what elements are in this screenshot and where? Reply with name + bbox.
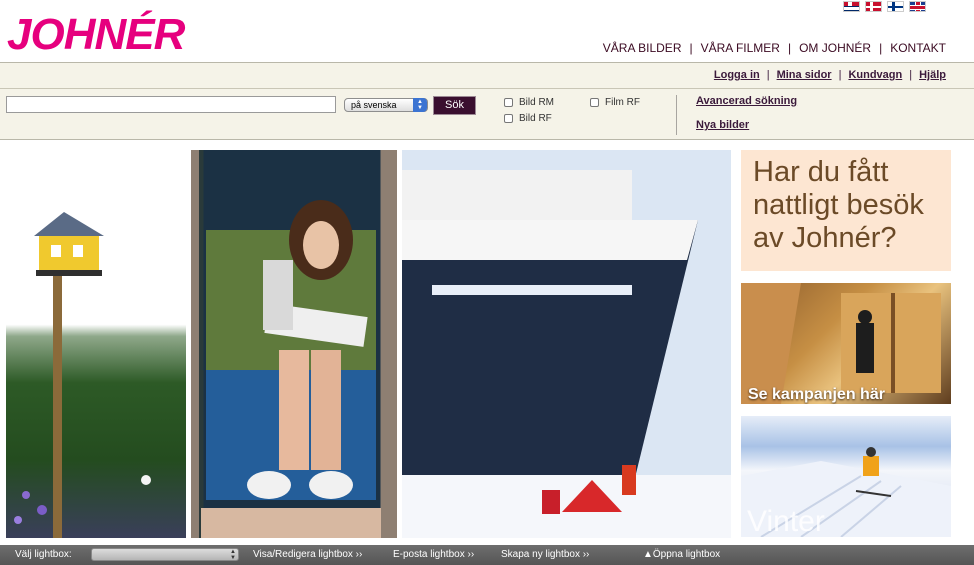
nav-separator: | — [879, 41, 883, 55]
campaign-caption[interactable]: Se kampanjen här — [748, 386, 885, 404]
lightbox-select-label: Välj lightbox: — [15, 549, 72, 560]
nav-separator: | — [689, 41, 693, 55]
winter-photo[interactable]: Vinter — [741, 416, 951, 537]
account-links: Logga in | Mina sidor | Kundvagn | Hjälp — [714, 69, 946, 81]
filter-film-rf[interactable]: Film RF — [590, 97, 640, 108]
nav-vara-filmer[interactable]: VÅRA FILMER — [701, 41, 780, 55]
checkbox-icon[interactable] — [504, 114, 513, 123]
account-separator: | — [766, 69, 770, 81]
uk-flag-icon[interactable] — [909, 1, 926, 12]
select-arrows-icon: ▲ ▼ — [413, 98, 427, 112]
filter-label: Film RF — [605, 97, 640, 108]
johner-logo[interactable]: JOHNÉR — [7, 10, 185, 60]
birdhouse-photo[interactable] — [6, 150, 186, 538]
select-arrows-icon: ▲ ▼ — [230, 549, 236, 561]
girl-reading-photo[interactable] — [191, 150, 397, 538]
lightbox-select[interactable]: ▲ ▼ — [91, 548, 239, 561]
ship-photo[interactable] — [402, 150, 731, 538]
nav-om-johner[interactable]: OM JOHNÉR — [799, 41, 871, 55]
help-link[interactable]: Hjälp — [919, 69, 946, 81]
checkbox-icon[interactable] — [590, 98, 599, 107]
toolbar-divider — [0, 88, 974, 89]
email-lightbox-link[interactable]: E-posta lightbox ›› — [393, 549, 474, 560]
cart-link[interactable]: Kundvagn — [848, 69, 902, 81]
filter-label: Bild RF — [519, 113, 552, 124]
page: JOHNÉR VÅRA BILDER | VÅRA FILMER | OM JO… — [0, 0, 974, 565]
new-images-link[interactable]: Nya bilder — [696, 119, 749, 131]
nav-vara-bilder[interactable]: VÅRA BILDER — [603, 41, 682, 55]
vertical-divider — [676, 95, 677, 135]
search-input[interactable] — [6, 96, 336, 113]
open-lightbox-link[interactable]: ▲Öppna lightbox — [643, 549, 720, 560]
ship-illustration — [402, 170, 731, 538]
lightbox-bar: Välj lightbox: ▲ ▼ Visa/Redigera lightbox… — [0, 545, 974, 565]
denmark-flag-icon[interactable] — [865, 1, 882, 12]
language-select[interactable]: på svenska ▲ ▼ — [344, 98, 428, 112]
finland-flag-icon[interactable] — [887, 1, 904, 12]
login-link[interactable]: Logga in — [714, 69, 760, 81]
filter-bild-rm[interactable]: Bild RM — [504, 97, 554, 108]
language-flags — [843, 1, 926, 12]
winter-caption[interactable]: Vinter — [747, 505, 825, 537]
search-toolbar: Logga in | Mina sidor | Kundvagn | Hjälp… — [0, 62, 974, 140]
nav-kontakt[interactable]: KONTAKT — [890, 41, 946, 55]
search-button[interactable]: Sök — [433, 96, 476, 115]
norway-flag-icon[interactable] — [843, 1, 860, 12]
language-select-value: på svenska — [351, 100, 397, 110]
filter-label: Bild RM — [519, 97, 555, 108]
girl-illustration — [201, 200, 381, 538]
my-pages-link[interactable]: Mina sidor — [777, 69, 832, 81]
filter-bild-rf[interactable]: Bild RF — [504, 113, 552, 124]
main-navigation: VÅRA BILDER | VÅRA FILMER | OM JOHNÉR | … — [603, 41, 946, 55]
nav-separator: | — [787, 41, 792, 55]
promo-headline: Har du fått nattligt besök av Johnér? — [753, 156, 924, 254]
account-separator: | — [838, 69, 842, 81]
view-edit-lightbox-link[interactable]: Visa/Redigera lightbox ›› — [253, 549, 362, 560]
create-lightbox-link[interactable]: Skapa ny lightbox ›› — [501, 549, 589, 560]
checkbox-icon[interactable] — [504, 98, 513, 107]
account-separator: | — [909, 69, 913, 81]
advanced-search-link[interactable]: Avancerad sökning — [696, 95, 797, 107]
birdhouse-illustration — [14, 212, 151, 538]
promo-box[interactable]: Har du fått nattligt besök av Johnér? — [741, 150, 951, 271]
campaign-photo[interactable]: Se kampanjen här — [741, 283, 951, 404]
